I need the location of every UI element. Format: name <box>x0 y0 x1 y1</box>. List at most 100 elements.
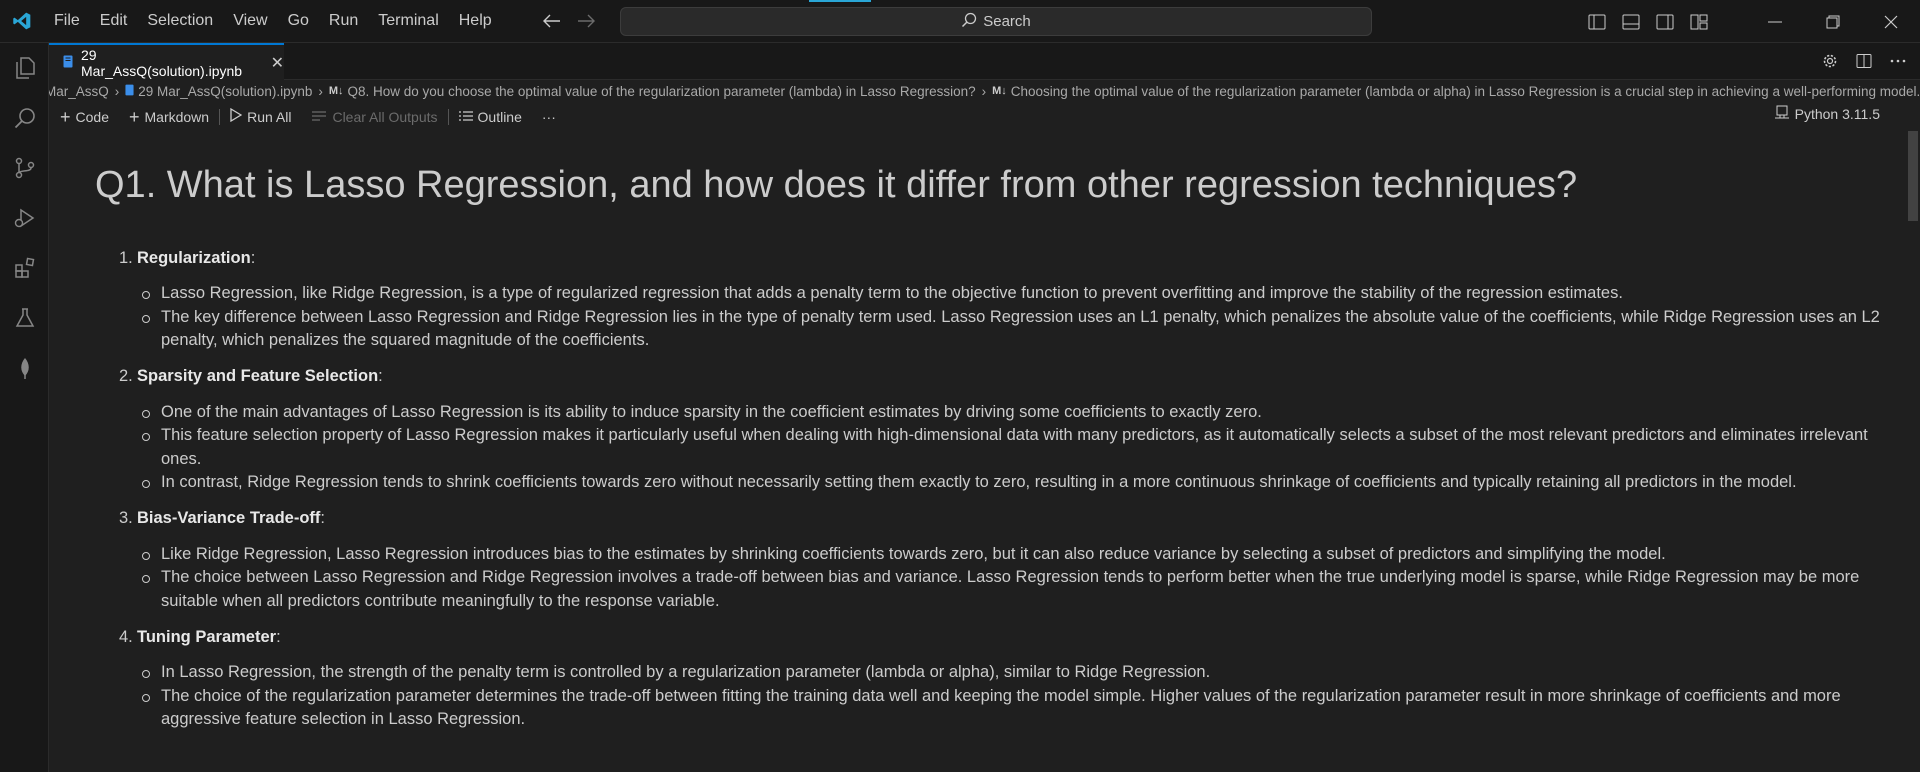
run-all-icon <box>230 107 243 125</box>
add-code-label: Code <box>75 108 109 125</box>
markdown-icon: M↓ <box>328 85 344 97</box>
menu-go[interactable]: Go <box>278 6 319 36</box>
plus-icon: + <box>60 106 71 127</box>
plus-icon: + <box>128 106 140 127</box>
breadcrumb-file-label: 29 Mar_AssQ(solution).ipynb <box>138 83 313 99</box>
forward-arrow-icon[interactable] <box>576 11 596 31</box>
back-arrow-icon[interactable] <box>542 11 562 31</box>
notebook-file-icon <box>125 84 134 99</box>
item-number: 1. <box>119 248 133 267</box>
vertical-scrollbar[interactable] <box>1908 131 1920 772</box>
menu-help[interactable]: Help <box>449 6 502 36</box>
outline-button[interactable]: Outline <box>449 105 532 129</box>
bullet-item: The key difference between Lasso Regress… <box>140 306 1904 353</box>
kernel-picker[interactable]: Python 3.11.5 <box>1774 105 1880 122</box>
run-all-button[interactable]: Run All <box>220 105 301 129</box>
minimize-icon[interactable] <box>1746 0 1804 43</box>
testing-flask-icon[interactable] <box>0 293 49 343</box>
extensions-icon[interactable] <box>0 243 49 293</box>
search-icon[interactable] <box>0 93 49 143</box>
menu-bar: File Edit Selection View Go Run Terminal… <box>44 0 502 43</box>
add-markdown-cell-button[interactable]: + Markdown <box>119 105 219 129</box>
menu-edit[interactable]: Edit <box>90 6 138 36</box>
editor-tabs-bar: 29 Mar_AssQ(solution).ipynb ✕ <box>49 43 1920 80</box>
command-center-search[interactable]: Search <box>620 7 1372 36</box>
list-item: 1. Regularization: Lasso Regression, like… <box>119 246 1904 353</box>
more-toolbar-actions-button[interactable]: ··· <box>532 105 566 129</box>
search-icon <box>961 12 977 32</box>
run-debug-icon[interactable] <box>0 193 49 243</box>
breadcrumb-folder[interactable]: Mar_AssQ <box>49 84 109 99</box>
list-item: 2. Sparsity and Feature Selection: One of… <box>119 365 1904 495</box>
activity-bar <box>0 43 49 772</box>
chevron-right-icon: › <box>318 83 323 99</box>
outline-label: Outline <box>477 108 522 125</box>
notebook-file-icon <box>63 55 73 71</box>
bullet-item: Like Ridge Regression, Lasso Regression … <box>140 543 1904 567</box>
source-control-icon[interactable] <box>0 143 49 193</box>
close-tab-icon[interactable]: ✕ <box>271 53 284 73</box>
bullet-item: Lasso Regression, like Ridge Regression,… <box>140 282 1904 306</box>
toggle-primary-sidebar-icon[interactable] <box>1586 11 1608 33</box>
menu-file[interactable]: File <box>44 6 90 36</box>
bullet-item: One of the main advantages of Lasso Regr… <box>140 401 1904 425</box>
tab-notebook[interactable]: 29 Mar_AssQ(solution).ipynb ✕ <box>49 43 284 80</box>
breadcrumb-cell-q8-label: Q8. How do you choose the optimal value … <box>347 83 976 99</box>
toggle-secondary-sidebar-icon[interactable] <box>1654 11 1676 33</box>
clear-outputs-icon <box>311 109 327 125</box>
close-window-icon[interactable] <box>1862 0 1920 43</box>
breadcrumb: Mar_AssQ › 29 Mar_AssQ(solution).ipynb ›… <box>49 80 1920 102</box>
breadcrumb-cell-answer[interactable]: M↓ Choosing the optimal value of the reg… <box>992 84 1920 99</box>
restore-icon[interactable] <box>1804 0 1862 43</box>
list-item: 4. Tuning Parameter: In Lasso Regression,… <box>119 625 1904 732</box>
bullet-item: In contrast, Ridge Regression tends to s… <box>140 471 1904 495</box>
vscode-logo-icon <box>0 0 44 43</box>
cell-heading: Q1. What is Lasso Regression, and how do… <box>95 164 1578 206</box>
notebook-content: Q1. What is Lasso Regression, and how do… <box>49 131 1908 772</box>
item-title: Bias-Variance Trade-off <box>137 509 321 527</box>
mongodb-leaf-icon[interactable] <box>0 343 49 393</box>
item-number: 4. <box>119 627 133 646</box>
menu-terminal[interactable]: Terminal <box>368 6 448 36</box>
clear-all-outputs-label: Clear All Outputs <box>332 108 438 125</box>
item-title: Regularization <box>137 248 251 267</box>
search-label: Search <box>983 13 1031 30</box>
outline-list-icon <box>458 109 473 125</box>
gear-icon[interactable] <box>1820 51 1840 71</box>
markdown-list: 1. Regularization: Lasso Regression, like… <box>119 246 1904 744</box>
more-actions-icon[interactable] <box>1888 51 1908 71</box>
chevron-right-icon: › <box>981 83 987 99</box>
breadcrumb-cell-answer-label: Choosing the optimal value of the regula… <box>1010 83 1920 99</box>
chevron-right-icon: › <box>114 83 120 99</box>
item-number: 2. <box>119 367 133 385</box>
run-all-label: Run All <box>247 108 292 125</box>
kernel-label: Python 3.11.5 <box>1794 105 1880 122</box>
bullet-item: In Lasso Regression, the strength of the… <box>140 661 1904 685</box>
item-number: 3. <box>119 509 133 527</box>
breadcrumb-cell-q8[interactable]: M↓ Q8. How do you choose the optimal val… <box>329 84 976 99</box>
bullet-item: This feature selection property of Lasso… <box>140 424 1904 471</box>
window-accent-line <box>809 0 871 2</box>
bullet-item: The choice between Lasso Regression and … <box>140 566 1904 613</box>
menu-selection[interactable]: Selection <box>137 6 223 36</box>
item-title: Sparsity and Feature Selection <box>137 367 379 385</box>
customize-layout-icon[interactable] <box>1688 11 1710 33</box>
explorer-icon[interactable] <box>0 43 49 93</box>
scrollbar-thumb[interactable] <box>1908 131 1918 221</box>
bullet-item: The choice of the regularization paramet… <box>140 685 1904 732</box>
item-title: Tuning Parameter <box>137 627 277 646</box>
toggle-panel-icon[interactable] <box>1620 11 1642 33</box>
split-editor-icon[interactable] <box>1854 51 1874 71</box>
breadcrumb-file[interactable]: 29 Mar_AssQ(solution).ipynb <box>125 84 312 99</box>
menu-view[interactable]: View <box>223 6 277 36</box>
add-code-cell-button[interactable]: + Code <box>49 105 119 129</box>
tab-label: 29 Mar_AssQ(solution).ipynb <box>81 46 243 79</box>
kernel-icon <box>1774 105 1789 122</box>
clear-all-outputs-button[interactable]: Clear All Outputs <box>301 105 447 129</box>
breadcrumb-folder-label: Mar_AssQ <box>49 83 109 99</box>
list-item: 3. Bias-Variance Trade-off: Like Ridge Re… <box>119 507 1904 614</box>
add-markdown-label: Markdown <box>144 108 210 125</box>
title-bar: File Edit Selection View Go Run Terminal… <box>0 0 1920 43</box>
menu-run[interactable]: Run <box>319 6 368 36</box>
notebook-toolbar: + Code + Markdown Run All Clear All Outp… <box>49 103 1920 130</box>
